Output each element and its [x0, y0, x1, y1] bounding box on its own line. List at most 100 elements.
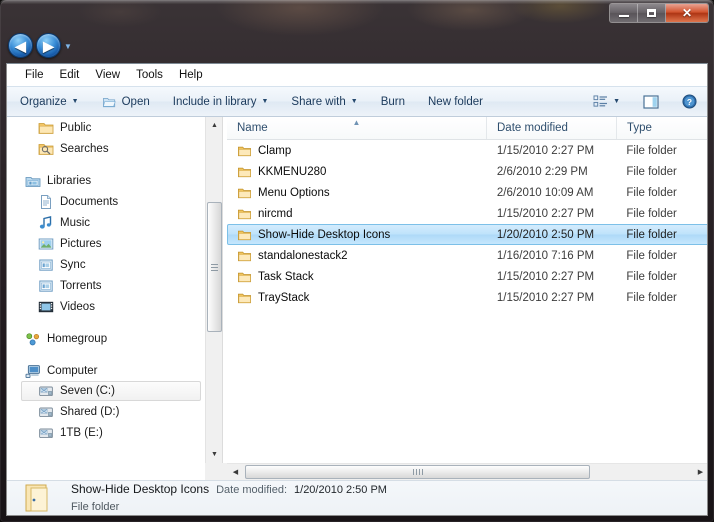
- sidebar-item-label: Sync: [60, 258, 86, 271]
- minimize-icon: [618, 15, 629, 17]
- column-header-date-modified[interactable]: Date modified: [487, 117, 617, 139]
- help-icon: ?: [682, 94, 697, 109]
- triangle-down-icon: ▼: [211, 451, 218, 458]
- sidebar-item-label: Computer: [47, 364, 98, 377]
- new-folder-button[interactable]: New folder: [418, 91, 493, 113]
- navigation-bar: ◀ ▶ ▼ C:\Alternative Program File\Circle…: [0, 29, 714, 86]
- menu-help[interactable]: Help: [171, 67, 211, 83]
- file-type-cell: File folder: [626, 270, 677, 283]
- drive-icon: [39, 386, 53, 397]
- include-in-library-button[interactable]: Include in library ▼: [163, 91, 279, 113]
- sidebar-item-shared-d[interactable]: Shared (D:): [7, 401, 205, 422]
- column-header-date-label: Date modified: [497, 122, 568, 134]
- hscroll-left-button[interactable]: ◀: [227, 464, 244, 480]
- change-view-button[interactable]: ▼: [583, 90, 630, 113]
- preview-pane-button[interactable]: [633, 90, 669, 114]
- folder-icon: [38, 122, 54, 134]
- file-list-horizontal-scrollbar[interactable]: ◀ ▶: [227, 463, 707, 480]
- file-name-cell: standalonestack2: [228, 249, 487, 263]
- menu-view[interactable]: View: [87, 67, 128, 83]
- file-name-label: standalonestack2: [258, 249, 348, 262]
- title-bar: ✕: [0, 0, 714, 29]
- file-type-cell: File folder: [626, 186, 677, 199]
- file-name-cell: Clamp: [228, 144, 487, 158]
- organize-button[interactable]: Organize ▼: [10, 91, 89, 113]
- file-list-pane[interactable]: Name ▲ Date modified Type Clamp 1/15/2010…: [227, 117, 707, 463]
- help-button[interactable]: ?: [672, 89, 707, 114]
- details-pane: Show-Hide Desktop Icons Date modified: 1…: [7, 480, 707, 515]
- libraries-icon: [25, 176, 41, 187]
- share-with-button[interactable]: Share with ▼: [281, 91, 367, 113]
- file-date-cell: 1/16/2010 7:16 PM: [496, 249, 595, 262]
- details-date-value: 1/20/2010 2:50 PM: [294, 483, 387, 496]
- chevron-down-icon: ▼: [350, 98, 358, 105]
- file-name-label: nircmd: [258, 207, 293, 220]
- file-type-cell: File folder: [626, 144, 677, 157]
- details-title: Show-Hide Desktop Icons: [71, 481, 210, 496]
- minimize-button[interactable]: [610, 4, 638, 22]
- file-name-label: Menu Options: [258, 186, 330, 199]
- sidebar-item-label: Shared (D:): [60, 405, 120, 418]
- hscroll-thumb[interactable]: [245, 465, 590, 479]
- menu-tools[interactable]: Tools: [128, 67, 171, 83]
- recent-pages-button[interactable]: ▼: [64, 42, 72, 51]
- menu-edit[interactable]: Edit: [52, 67, 88, 83]
- file-date-cell: 1/20/2010 2:50 PM: [496, 228, 595, 241]
- column-header-type[interactable]: Type: [617, 117, 707, 139]
- sidebar-item-label: Torrents: [60, 279, 102, 292]
- hscroll-right-button[interactable]: ▶: [692, 464, 707, 480]
- table-row[interactable]: KKMENU280 2/6/2010 2:29 PM File folder: [227, 161, 707, 182]
- navpane-scroll-up-button[interactable]: ▲: [206, 117, 223, 134]
- navpane-scroll-corner: [205, 463, 227, 480]
- column-header-name[interactable]: Name ▲: [227, 117, 487, 139]
- chevron-down-icon: ▼: [613, 98, 620, 105]
- file-name-cell: KKMENU280: [228, 165, 487, 179]
- table-row[interactable]: Clamp 1/15/2010 2:27 PM File folder: [227, 140, 707, 161]
- sidebar-item-homegroup[interactable]: Homegroup: [7, 328, 205, 349]
- menu-file[interactable]: File: [17, 67, 52, 83]
- table-row[interactable]: standalonestack2 1/16/2010 7:16 PM File fo…: [227, 245, 707, 266]
- sidebar-item-seven-c[interactable]: Seven (C:): [21, 381, 201, 401]
- file-name-cell: Show-Hide Desktop Icons: [228, 228, 487, 242]
- documents-icon: [41, 194, 51, 209]
- file-name-label: TrayStack: [258, 291, 310, 304]
- sidebar-item-videos[interactable]: Videos: [7, 296, 205, 317]
- table-row[interactable]: nircmd 1/15/2010 2:27 PM File folder: [227, 203, 707, 224]
- table-row[interactable]: Show-Hide Desktop Icons 1/20/2010 2:50 PM…: [227, 224, 707, 245]
- maximize-button[interactable]: [638, 4, 666, 22]
- scroll-grip-icon: [211, 264, 218, 271]
- table-row[interactable]: Menu Options 2/6/2010 10:09 AM File folder: [227, 182, 707, 203]
- open-button[interactable]: Open: [92, 90, 160, 114]
- sidebar-item-public[interactable]: Public: [7, 117, 205, 138]
- close-button[interactable]: ✕: [666, 4, 708, 22]
- burn-button[interactable]: Burn: [371, 91, 415, 113]
- forward-button[interactable]: ▶: [36, 33, 61, 58]
- folder-open-icon: [25, 484, 48, 512]
- navpane-scroll-thumb[interactable]: [207, 202, 222, 332]
- file-name-label: Show-Hide Desktop Icons: [258, 228, 391, 241]
- sidebar-item-searches[interactable]: Searches: [7, 138, 205, 159]
- window-controls: ✕: [609, 3, 709, 23]
- sidebar-item-label: Seven (C:): [60, 385, 115, 397]
- sidebar-item-torrents[interactable]: Torrents: [7, 275, 205, 296]
- column-headers: Name ▲ Date modified Type: [227, 117, 707, 140]
- drive-icon: [39, 407, 53, 417]
- sidebar-item-pictures[interactable]: Pictures: [7, 233, 205, 254]
- table-row[interactable]: TrayStack 1/15/2010 2:27 PM File folder: [227, 287, 707, 308]
- sidebar-item-libraries[interactable]: Libraries: [7, 170, 205, 191]
- navpane-scroll-down-button[interactable]: ▼: [206, 446, 223, 463]
- sidebar-item-sync[interactable]: Sync: [7, 254, 205, 275]
- back-button[interactable]: ◀: [8, 33, 33, 58]
- maximize-icon: [647, 9, 656, 17]
- sidebar-item-1tb-e[interactable]: 1TB (E:): [7, 422, 205, 443]
- sidebar-item-documents[interactable]: Documents: [7, 191, 205, 212]
- navpane-scrollbar[interactable]: ▲ ▼: [205, 117, 223, 463]
- sidebar-item-computer[interactable]: Computer: [7, 360, 205, 381]
- sidebar-item-music[interactable]: Music: [7, 212, 205, 233]
- music-icon: [39, 215, 52, 229]
- table-row[interactable]: Task Stack 1/15/2010 2:27 PM File folder: [227, 266, 707, 287]
- drive-icon: [39, 428, 53, 438]
- videos-icon: [38, 301, 54, 312]
- chevron-down-icon: ▼: [261, 98, 269, 105]
- navigation-pane[interactable]: Public Searches Libraries Documents Music Pic…: [7, 117, 205, 463]
